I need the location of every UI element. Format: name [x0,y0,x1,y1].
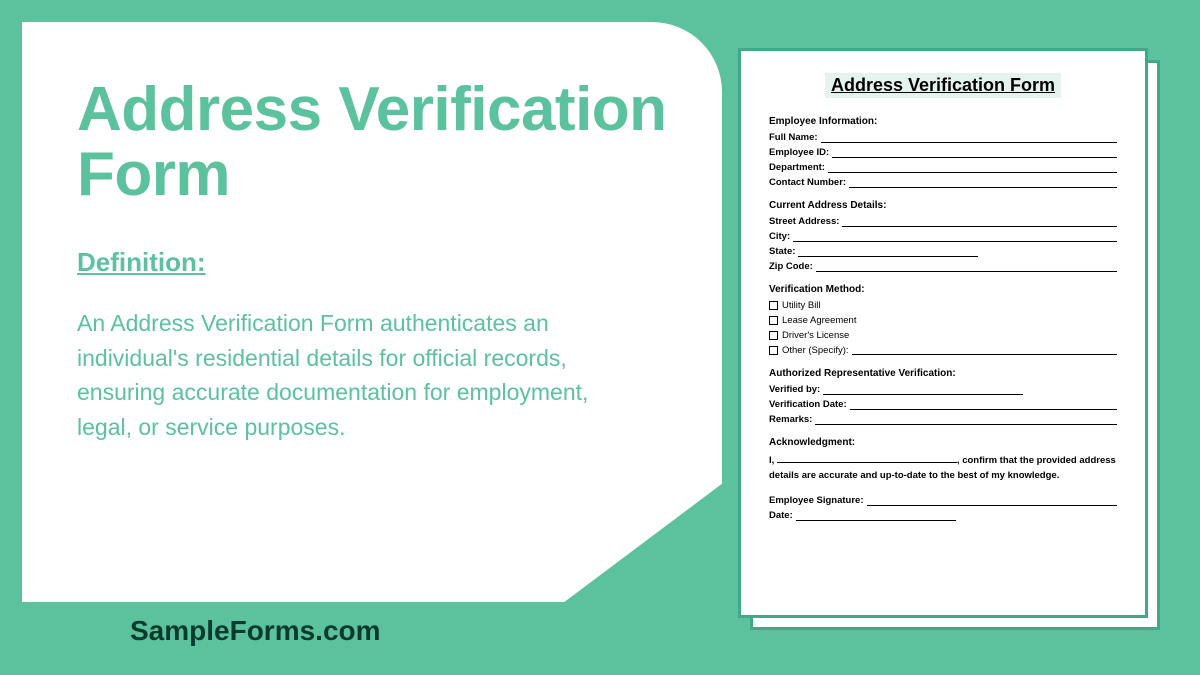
blank-line [816,263,1117,272]
section-signature: Employee Signature: Date: [769,495,1117,521]
field-row: Employee Signature: [769,495,1117,506]
checkbox-icon [769,301,778,310]
checkbox-icon [769,316,778,325]
blank-line [793,233,1117,242]
field-row: Department: [769,162,1117,173]
section-head: Verification Method: [769,284,1117,295]
blank-line [777,462,957,463]
blank-line [823,386,1023,395]
page-title: Address Verification Form [77,77,672,207]
checkbox-row: Lease Agreement [769,315,1117,326]
blank-line [821,134,1117,143]
field-row: Remarks: [769,414,1117,425]
checkbox-row: Driver's License [769,330,1117,341]
blank-line [798,248,978,257]
field-row: Verified by: [769,384,1117,395]
blank-line [849,179,1117,188]
field-row: Employee ID: [769,147,1117,158]
field-row: Zip Code: [769,261,1117,272]
section-method: Verification Method: Utility Bill Lease … [769,284,1117,356]
section-address: Current Address Details: Street Address:… [769,200,1117,272]
section-head: Current Address Details: [769,200,1117,211]
form-title: Address Verification Form [825,73,1061,98]
section-head: Authorized Representative Verification: [769,368,1117,379]
form-preview: Address Verification Form Employee Infor… [738,48,1148,618]
blank-line [850,401,1117,410]
checkbox-row: Utility Bill [769,300,1117,311]
definition-label: Definition: [77,247,672,278]
blank-line [815,416,1117,425]
section-head: Acknowledgment: [769,437,1117,448]
checkbox-icon [769,346,778,355]
field-row: Verification Date: [769,399,1117,410]
content-panel: Address Verification Form Definition: An… [22,22,722,602]
checkbox-icon [769,331,778,340]
section-acknowledgment: Acknowledgment: I, , confirm that the pr… [769,437,1117,483]
checkbox-row: Other (Specify): [769,345,1117,356]
section-employee-info: Employee Information: Full Name: Employe… [769,116,1117,188]
section-head: Employee Information: [769,116,1117,127]
field-row: Full Name: [769,132,1117,143]
blank-line [832,149,1117,158]
blank-line [828,164,1117,173]
field-row: Date: [769,510,1117,521]
definition-text: An Address Verification Form authenticat… [77,306,637,444]
blank-line [852,346,1117,355]
field-row: State: [769,246,1117,257]
blank-line [842,218,1117,227]
blank-line [796,512,956,521]
section-authorized: Authorized Representative Verification: … [769,368,1117,425]
blank-line [867,497,1118,506]
ack-text: I, , confirm that the provided address d… [769,453,1117,483]
brand-name: SampleForms.com [130,615,381,647]
field-row: Street Address: [769,216,1117,227]
field-row: City: [769,231,1117,242]
field-row: Contact Number: [769,177,1117,188]
